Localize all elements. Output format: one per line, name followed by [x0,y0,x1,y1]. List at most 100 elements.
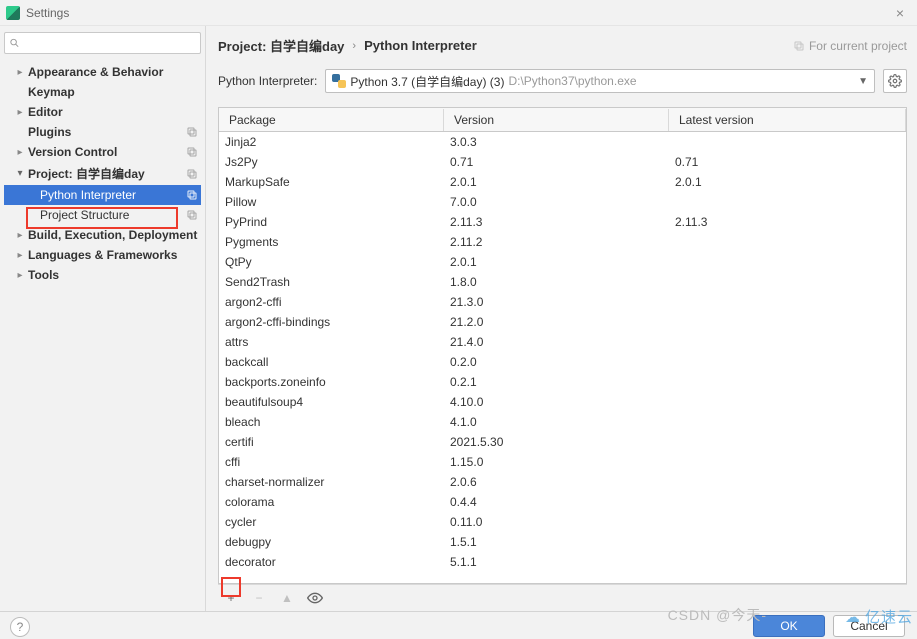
table-row[interactable]: colorama0.4.4 [219,492,906,512]
cell-version: 2.11.2 [444,234,669,250]
copy-icon [793,40,805,52]
cell-package: colorama [219,494,444,510]
arrow-icon [14,107,26,118]
cell-latest [669,514,906,530]
cell-latest [669,234,906,250]
help-button[interactable]: ? [10,617,30,637]
table-row[interactable]: Js2Py0.710.71 [219,152,906,172]
sidebar-item-languages-frameworks[interactable]: Languages & Frameworks [4,245,201,265]
cell-package: backports.zoneinfo [219,374,444,390]
column-version[interactable]: Version [444,109,669,131]
sidebar-item-label: Tools [26,268,59,282]
cell-latest [669,494,906,510]
arrow-icon [14,270,26,281]
cell-package: certifi [219,434,444,450]
table-row[interactable]: PyPrind2.11.32.11.3 [219,212,906,232]
table-row[interactable]: attrs21.4.0 [219,332,906,352]
cell-version: 1.5.1 [444,534,669,550]
cell-latest [669,314,906,330]
table-row[interactable]: certifi2021.5.30 [219,432,906,452]
table-row[interactable]: backports.zoneinfo0.2.1 [219,372,906,392]
cell-package: PyPrind [219,214,444,230]
table-row[interactable]: argon2-cffi-bindings21.2.0 [219,312,906,332]
search-input[interactable] [24,36,196,50]
window-title: Settings [26,6,69,20]
table-row[interactable]: argon2-cffi21.3.0 [219,292,906,312]
sidebar-item-version-control[interactable]: Version Control [4,142,201,162]
cell-latest [669,274,906,290]
cell-version: 4.10.0 [444,394,669,410]
table-row[interactable]: debugpy1.5.1 [219,532,906,552]
sidebar-item-build-execution-deployment[interactable]: Build, Execution, Deployment [4,225,201,245]
cell-package: QtPy [219,254,444,270]
cell-version: 21.4.0 [444,334,669,350]
close-icon[interactable]: × [889,2,911,24]
cell-version: 1.15.0 [444,454,669,470]
arrow-icon [14,67,26,78]
sidebar-item-editor[interactable]: Editor [4,102,201,122]
interpreter-settings-button[interactable] [883,69,907,93]
sidebar-item-label: Plugins [26,125,71,139]
cell-latest: 2.11.3 [669,214,906,230]
table-row[interactable]: Pygments2.11.2 [219,232,906,252]
packages-toolbar: + − ▲ [218,584,907,611]
table-row[interactable]: Jinja23.0.3 [219,132,906,152]
sidebar-item-plugins[interactable]: Plugins [4,122,201,142]
table-row[interactable]: QtPy2.0.1 [219,252,906,272]
cell-latest [669,294,906,310]
sidebar-item-project-structure[interactable]: Project Structure [4,205,201,225]
table-row[interactable]: bleach4.1.0 [219,412,906,432]
sidebar-item-keymap[interactable]: Keymap [4,82,201,102]
watermark-text: 亿速云 [865,606,913,627]
arrow-icon [14,230,26,241]
show-early-releases-button[interactable] [306,589,324,607]
interpreter-name: Python 3.7 (自学自编day) (3) [350,73,504,90]
sidebar-item-label: Keymap [26,85,75,99]
cell-version: 7.0.0 [444,194,669,210]
table-row[interactable]: beautifulsoup44.10.0 [219,392,906,412]
dialog-footer: OK Cancel [0,611,917,639]
add-package-button[interactable]: + [222,589,240,607]
remove-package-button[interactable]: − [250,589,268,607]
table-row[interactable]: MarkupSafe2.0.12.0.1 [219,172,906,192]
scope-label: For current project [809,39,907,53]
sidebar-item-label: Project: 自学自编day [26,165,145,182]
cell-package: argon2-cffi-bindings [219,314,444,330]
table-row[interactable]: cycler0.11.0 [219,512,906,532]
sidebar-item-appearance-behavior[interactable]: Appearance & Behavior [4,62,201,82]
cell-package: Pygments [219,234,444,250]
cell-latest [669,454,906,470]
cell-package: argon2-cffi [219,294,444,310]
sidebar-item-tools[interactable]: Tools [4,265,201,285]
cell-package: debugpy [219,534,444,550]
sidebar-item-python-interpreter[interactable]: Python Interpreter [4,185,201,205]
table-row[interactable]: backcall0.2.0 [219,352,906,372]
search-input-wrap[interactable] [4,32,201,54]
cell-package: Jinja2 [219,134,444,150]
cell-package: cffi [219,454,444,470]
cell-version: 0.4.4 [444,494,669,510]
cell-version: 4.1.0 [444,414,669,430]
table-row[interactable]: decorator5.1.1 [219,552,906,572]
cell-version: 2.11.3 [444,214,669,230]
project-badge-icon [185,208,199,222]
arrow-icon [14,147,26,158]
cell-version: 2.0.6 [444,474,669,490]
python-icon [332,74,346,88]
cell-package: attrs [219,334,444,350]
table-row[interactable]: cffi1.15.0 [219,452,906,472]
column-package[interactable]: Package [219,109,444,131]
table-row[interactable]: Send2Trash1.8.0 [219,272,906,292]
interpreter-select[interactable]: Python 3.7 (自学自编day) (3) D:\Python37\pyt… [325,69,875,93]
cell-version: 0.11.0 [444,514,669,530]
breadcrumb-project: Project: 自学自编day [218,36,344,55]
cell-latest [669,254,906,270]
arrow-icon [14,250,26,261]
column-latest[interactable]: Latest version [669,109,906,131]
table-row[interactable]: charset-normalizer2.0.6 [219,472,906,492]
sidebar-item-project-day[interactable]: Project: 自学自编day [4,162,201,185]
cell-latest [669,334,906,350]
cell-package: MarkupSafe [219,174,444,190]
table-row[interactable]: Pillow7.0.0 [219,192,906,212]
upgrade-package-button[interactable]: ▲ [278,589,296,607]
